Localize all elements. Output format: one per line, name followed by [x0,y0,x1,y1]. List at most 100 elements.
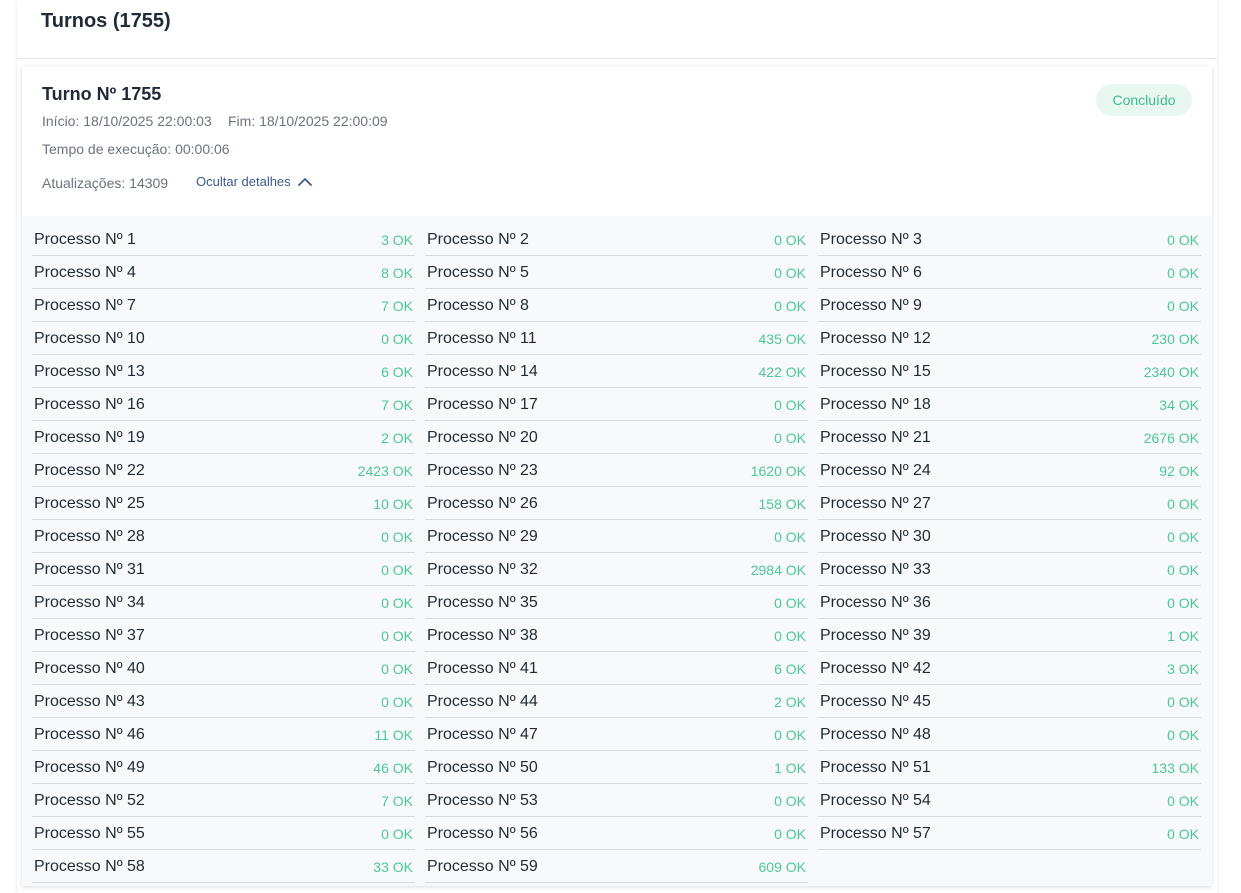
process-name: Processo Nº 46 [34,725,145,743]
process-item: Processo Nº 35 0 OK [425,587,808,619]
process-ok-count: 2 OK [774,693,806,710]
process-item: Processo Nº 24 92 OK [818,455,1201,487]
process-item: Processo Nº 49 46 OK [32,752,415,784]
process-name: Processo Nº 23 [427,461,538,479]
process-item: Processo Nº 38 0 OK [425,620,808,652]
process-ok-count: 2676 OK [1143,429,1199,446]
process-ok-count: 230 OK [1151,330,1199,347]
process-name: Processo Nº 37 [34,626,145,644]
process-ok-count: 2 OK [381,429,413,446]
process-name: Processo Nº 31 [34,560,145,578]
process-name: Processo Nº 33 [820,560,931,578]
process-ok-count: 0 OK [1167,528,1199,545]
process-item: Processo Nº 40 0 OK [32,653,415,685]
process-item: Processo Nº 10 0 OK [32,323,415,355]
process-ok-count: 2984 OK [750,561,806,578]
panel-header: Turnos (1755) [17,0,1217,59]
process-item: Processo Nº 11 435 OK [425,323,808,355]
process-name: Processo Nº 41 [427,659,538,677]
process-ok-count: 0 OK [774,528,806,545]
process-item: Processo Nº 41 6 OK [425,653,808,685]
process-name: Processo Nº 21 [820,428,931,446]
process-item: Processo Nº 4 8 OK [32,257,415,289]
process-ok-count: 158 OK [758,495,806,512]
process-item: Processo Nº 15 2340 OK [818,356,1201,388]
process-name: Processo Nº 35 [427,593,538,611]
process-name: Processo Nº 7 [34,296,136,314]
turnos-panel: Turnos (1755) Turno Nº 1755 Início: 18/1… [17,0,1217,893]
process-name: Processo Nº 34 [34,593,145,611]
process-name: Processo Nº 54 [820,791,931,809]
process-name: Processo Nº 11 [427,329,537,347]
process-item: Processo Nº 42 3 OK [818,653,1201,685]
process-item: Processo Nº 47 0 OK [425,719,808,751]
process-name: Processo Nº 30 [820,527,931,545]
process-name: Processo Nº 26 [427,494,538,512]
process-item: Processo Nº 22 2423 OK [32,455,415,487]
process-name: Processo Nº 1 [34,230,136,248]
process-ok-count: 1 OK [774,759,806,776]
process-ok-count: 0 OK [381,594,413,611]
page-title: Turnos (1755) [41,10,171,32]
process-name: Processo Nº 50 [427,758,538,776]
process-name: Processo Nº 59 [427,857,538,875]
process-name: Processo Nº 12 [820,329,931,347]
process-name: Processo Nº 44 [427,692,538,710]
process-ok-count: 33 OK [373,858,413,875]
process-ok-count: 609 OK [758,858,806,875]
process-ok-count: 0 OK [1167,264,1199,281]
process-item: Processo Nº 50 1 OK [425,752,808,784]
turno-atualizacoes: Atualizações: 14309 [42,175,169,191]
turno-tempo-execucao: Tempo de execução: 00:00:06 [42,141,230,157]
process-name: Processo Nº 5 [427,263,529,281]
process-ok-count: 0 OK [381,561,413,578]
process-name: Processo Nº 2 [427,230,529,248]
process-item: Processo Nº 37 0 OK [32,620,415,652]
process-item: Processo Nº 2 0 OK [425,224,808,256]
process-ok-count: 0 OK [1167,792,1199,809]
process-name: Processo Nº 56 [427,824,538,842]
process-column-1: Processo Nº 13 OK Processo Nº 48 OK Proces… [32,224,415,884]
process-name: Processo Nº 42 [820,659,931,677]
process-ok-count: 3 OK [381,231,413,248]
process-ok-count: 0 OK [381,528,413,545]
process-item: Processo Nº 3 0 OK [818,224,1201,256]
process-name: Processo Nº 45 [820,692,931,710]
process-item: Processo Nº 7 7 OK [32,290,415,322]
process-name: Processo Nº 28 [34,527,145,545]
process-ok-count: 7 OK [381,792,413,809]
process-name: Processo Nº 43 [34,692,145,710]
process-ok-count: 0 OK [381,627,413,644]
process-ok-count: 2423 OK [357,462,413,479]
process-item: Processo Nº 26 158 OK [425,488,808,520]
status-badge: Concluído [1096,84,1192,116]
process-ok-count: 0 OK [1167,726,1199,743]
process-item: Processo Nº 34 0 OK [32,587,415,619]
process-ok-count: 6 OK [381,363,413,380]
process-name: Processo Nº 3 [820,230,922,248]
process-item: Processo Nº 36 0 OK [818,587,1201,619]
process-item: Processo Nº 12 230 OK [818,323,1201,355]
process-item: Processo Nº 53 0 OK [425,785,808,817]
process-item: Processo Nº 59 609 OK [425,851,808,883]
process-name: Processo Nº 4 [34,263,136,281]
process-ok-count: 0 OK [1167,495,1199,512]
process-item: Processo Nº 23 1620 OK [425,455,808,487]
process-ok-count: 0 OK [1167,825,1199,842]
process-item: Processo Nº 14 422 OK [425,356,808,388]
process-ok-count: 0 OK [774,627,806,644]
process-ok-count: 0 OK [381,330,413,347]
process-item: Processo Nº 44 2 OK [425,686,808,718]
process-ok-count: 0 OK [774,396,806,413]
process-ok-count: 133 OK [1151,759,1199,776]
process-name: Processo Nº 6 [820,263,922,281]
hide-details-toggle[interactable]: Ocultar detalhes [196,174,312,189]
process-item: Processo Nº 52 7 OK [32,785,415,817]
process-item: Processo Nº 5 0 OK [425,257,808,289]
process-ok-count: 8 OK [381,264,413,281]
process-ok-count: 0 OK [381,693,413,710]
process-item: Processo Nº 58 33 OK [32,851,415,883]
process-item: Processo Nº 54 0 OK [818,785,1201,817]
process-ok-count: 92 OK [1159,462,1199,479]
process-item: Processo Nº 27 0 OK [818,488,1201,520]
